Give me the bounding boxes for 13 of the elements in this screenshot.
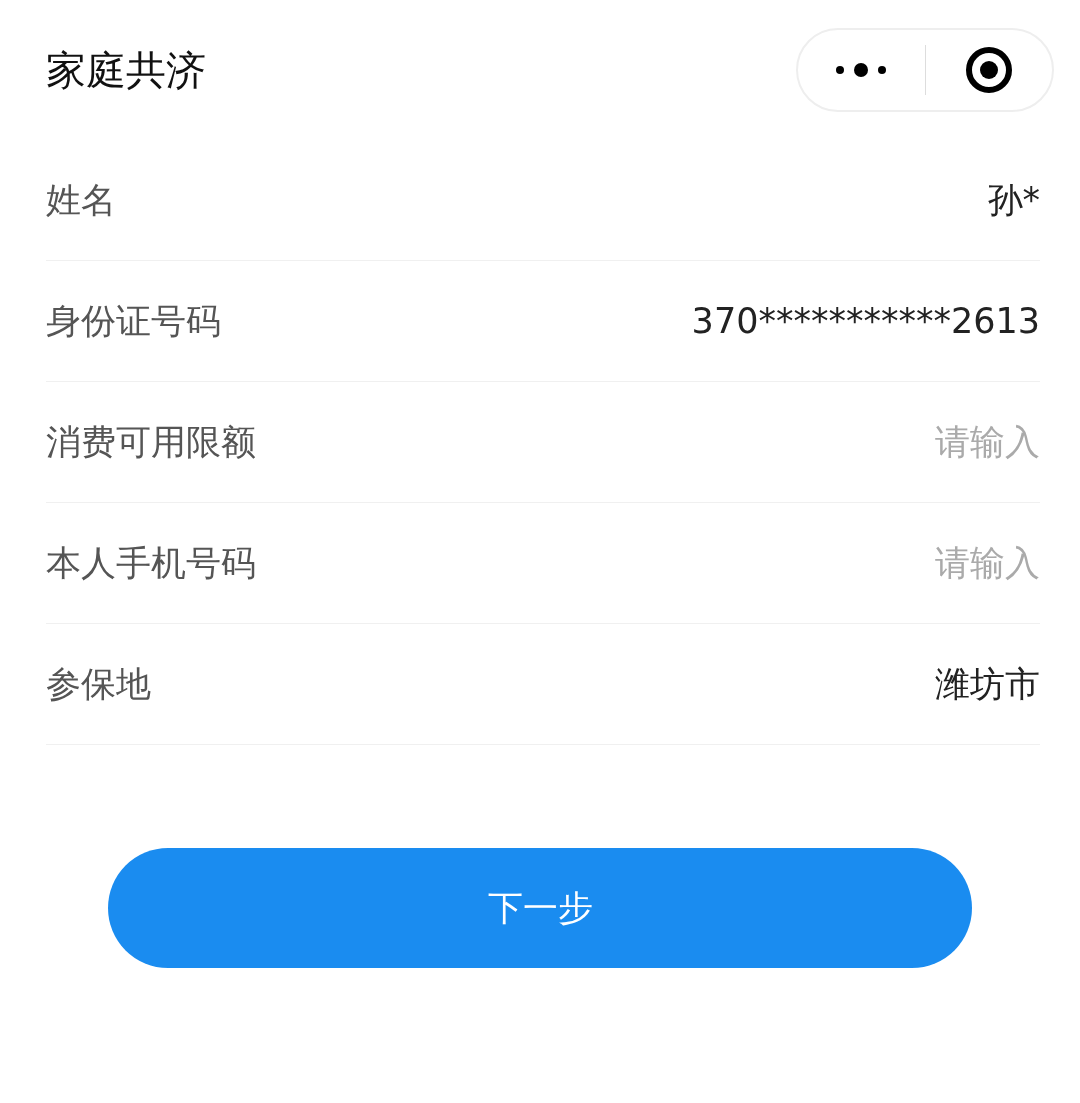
- field-label: 本人手机号码: [46, 541, 256, 585]
- input-field[interactable]: 请输入: [740, 543, 1040, 583]
- more-icon[interactable]: [835, 63, 888, 77]
- page-title: 家庭共济: [46, 45, 206, 95]
- field-label: 姓名: [46, 178, 116, 222]
- field-value: 潍坊市: [935, 662, 1040, 706]
- field-value: 370***********2613: [691, 301, 1040, 341]
- field-label: 消费可用限额: [46, 420, 256, 464]
- field-value: 孙*: [987, 178, 1040, 222]
- field-label: 身份证号码: [46, 299, 221, 343]
- field-label: 参保地: [46, 662, 151, 706]
- input-field[interactable]: 请输入: [740, 422, 1040, 462]
- next-button[interactable]: 下一步: [108, 848, 972, 968]
